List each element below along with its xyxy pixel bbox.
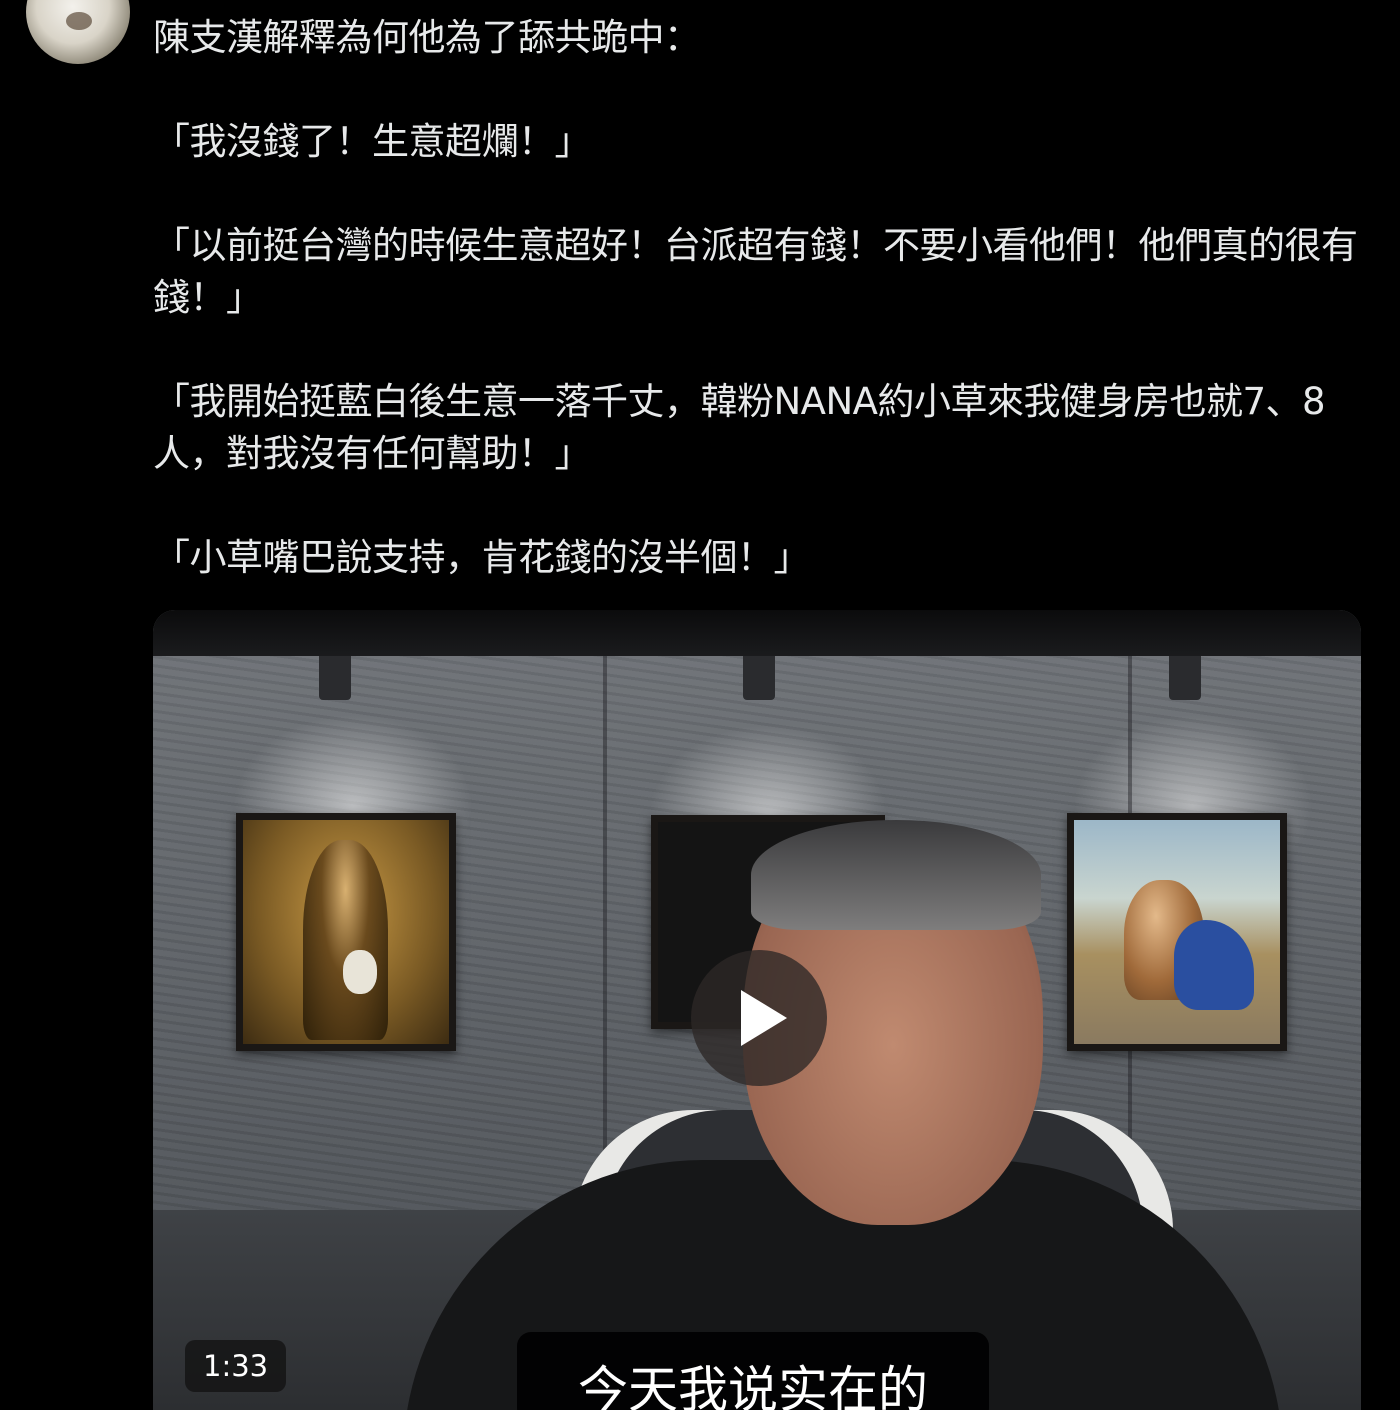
painting-right: [1067, 813, 1287, 1051]
video-player[interactable]: 1:33 今天我说实在的: [153, 610, 1361, 1410]
play-icon: [741, 990, 787, 1046]
play-button[interactable]: [691, 950, 827, 1086]
video-subtitle: 今天我说实在的: [517, 1332, 989, 1410]
person-hair: [751, 820, 1041, 930]
tweet-quote-2: 「以前挺台灣的時候生意超好！台派超有錢！不要小看他們！他們真的很有錢！」: [153, 224, 1358, 319]
ceiling-lamp: [743, 656, 775, 700]
tweet-quote-4: 「小草嘴巴說支持，肯花錢的沒半個！」: [153, 536, 811, 579]
tweet-quote-3: 「我開始挺藍白後生意一落千丈，韓粉NANA約小草來我健身房也就7、8人，對我沒有…: [153, 380, 1326, 475]
tweet-quote-1: 「我沒錢了！生意超爛！」: [153, 120, 592, 163]
ceiling-lamp: [1169, 656, 1201, 700]
video-duration-badge: 1:33: [185, 1340, 287, 1392]
video-frame-ceiling: [153, 610, 1361, 656]
painting-left: [236, 813, 456, 1051]
avatar[interactable]: [26, 0, 130, 64]
tweet-intro: 陳支漢解釋為何他為了舔共跪中：: [153, 16, 701, 59]
ceiling-lamp: [319, 656, 351, 700]
tweet-text: 陳支漢解釋為何他為了舔共跪中： 「我沒錢了！生意超爛！」 「以前挺台灣的時候生意…: [153, 12, 1368, 584]
